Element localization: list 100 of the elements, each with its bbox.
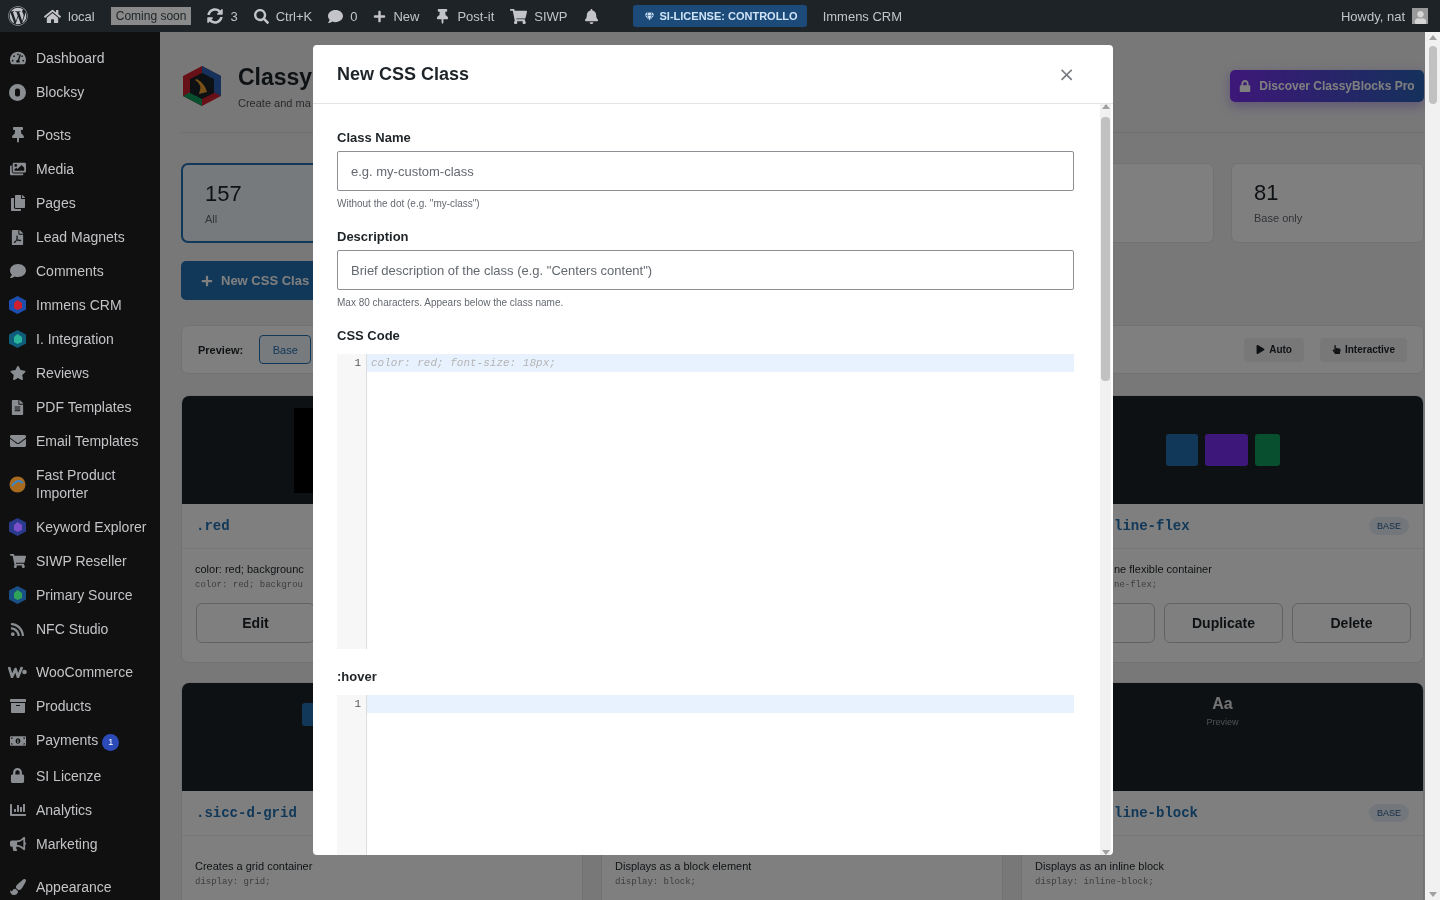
circle-logo-icon <box>9 83 26 101</box>
new-link[interactable]: New <box>373 8 420 24</box>
code-editor[interactable]: 1 color: red; font-size: 18px; <box>337 354 1074 649</box>
site-link[interactable]: local <box>44 7 95 25</box>
class-description: ne flexible container <box>1114 563 1212 575</box>
hexagon-logo-icon <box>9 586 26 604</box>
page-title: Classy <box>238 63 313 91</box>
pointer-icon <box>1331 345 1341 354</box>
menu-item[interactable]: Posts <box>0 118 160 152</box>
brush-icon <box>9 878 26 895</box>
class-description: color: red; backgrounc <box>195 563 304 575</box>
page-subtitle: Create and ma <box>238 96 312 109</box>
menu-item[interactable]: Blocksy <box>0 75 160 109</box>
class-description: Displays as a block element <box>615 860 752 872</box>
star-icon <box>9 365 26 381</box>
document-icon <box>10 229 25 245</box>
preview-action-button[interactable]: Auto <box>1244 337 1304 362</box>
postit-link[interactable]: Post-it <box>435 8 495 24</box>
code-editor[interactable]: 1 <box>337 695 1074 855</box>
menu-item[interactable]: WooCommerce <box>0 655 160 689</box>
scroll-up-icon[interactable] <box>1101 104 1110 109</box>
bell-icon[interactable] <box>583 8 599 24</box>
menu-item[interactable]: Appearance <box>0 869 160 900</box>
scrollbar-thumb[interactable] <box>1101 117 1110 381</box>
mail-icon <box>9 433 26 449</box>
count-badge: 1 <box>102 733 120 751</box>
menu-item[interactable]: Payments 1 <box>0 723 160 759</box>
menu-item[interactable]: Reviews <box>0 356 160 390</box>
status-badge: Coming soon <box>110 7 192 25</box>
stat-label: All <box>205 213 219 225</box>
menu-item[interactable]: Primary Source <box>0 578 160 612</box>
card-button[interactable]: Duplicate <box>1164 603 1283 643</box>
shop-link[interactable]: SIWP <box>510 7 568 25</box>
comment-icon <box>9 263 26 279</box>
card-button[interactable]: Edit <box>196 603 315 643</box>
field-label: :hover <box>337 669 378 684</box>
swatch <box>1204 434 1248 466</box>
class-code: color: red; backgrou <box>195 580 304 590</box>
menu-item[interactable]: SI Licenze <box>0 758 160 793</box>
menu-item[interactable]: Marketing <box>0 826 160 861</box>
menu-item[interactable]: PDF Templates <box>0 390 160 424</box>
menu-item[interactable]: SIWP Reseller <box>0 544 160 578</box>
scrollbar-thumb[interactable] <box>1428 46 1437 104</box>
wordpress-logo-icon[interactable] <box>8 6 28 26</box>
base-badge: BASE <box>1369 517 1409 535</box>
preview-caption: Preview <box>1206 717 1239 727</box>
menu-item[interactable]: Comments <box>0 254 160 288</box>
crm-link[interactable]: Immens CRM <box>822 8 903 24</box>
card-button[interactable]: Delete <box>1292 603 1411 643</box>
plus-icon <box>373 9 387 23</box>
menu-item[interactable]: Dashboard <box>0 41 160 75</box>
field-label: CSS Code <box>337 328 401 343</box>
scroll-down-icon[interactable] <box>1428 892 1437 897</box>
preview-action-button[interactable]: Interactive <box>1319 337 1407 362</box>
stat-label: Base only <box>1254 212 1304 224</box>
updates-link[interactable]: 3 <box>207 8 238 24</box>
menu-item[interactable]: Keyword Explorer <box>0 510 160 544</box>
menu-item[interactable]: Lead Magnets <box>0 220 160 254</box>
license-badge[interactable]: SI-LICENSE: CONTROLLO <box>632 5 807 27</box>
stat-card[interactable]: 81 Base only <box>1231 163 1424 243</box>
hexagon-logo-icon <box>9 296 26 314</box>
avatar <box>1412 8 1428 24</box>
scroll-down-icon[interactable] <box>1101 850 1110 855</box>
plus-icon <box>201 274 213 287</box>
lock-icon <box>10 768 25 783</box>
comments-link[interactable]: 0 <box>328 8 358 24</box>
menu-item[interactable]: Media <box>0 152 160 186</box>
menu-item[interactable]: I. Integration <box>0 322 160 356</box>
pin-icon <box>9 127 26 143</box>
menu-item[interactable]: Email Templates <box>0 424 160 458</box>
swatch <box>1254 434 1280 466</box>
cart-icon <box>9 553 26 569</box>
menu-item[interactable]: Products <box>0 689 160 723</box>
document-icon <box>10 399 25 415</box>
account-menu[interactable]: Howdy, nat <box>1340 8 1428 24</box>
text-input[interactable]: Brief description of the class (e.g. "Centers content") <box>337 250 1074 290</box>
preview-text: Aa <box>1212 695 1233 713</box>
gauge-icon <box>9 50 26 66</box>
close-button[interactable]: × <box>1058 62 1075 86</box>
field-label: Class Name <box>337 130 412 145</box>
swatch <box>1165 434 1198 466</box>
comment-icon <box>328 8 344 24</box>
pages-icon <box>9 195 26 211</box>
archive-icon <box>9 698 26 714</box>
menu-item[interactable]: Pages <box>0 186 160 220</box>
modal-title: New CSS Class <box>337 63 470 85</box>
menu-item[interactable]: NFC Studio <box>0 612 160 646</box>
text-input[interactable]: e.g. my-custom-class <box>337 151 1074 191</box>
megaphone-icon <box>9 835 26 852</box>
search-link[interactable]: Ctrl+K <box>253 8 313 24</box>
code-placeholder: color: red; font-size: 18px; <box>371 357 556 369</box>
hexagon-logo-icon <box>9 518 26 536</box>
pin-icon <box>435 8 451 24</box>
menu-item[interactable]: Analytics <box>0 792 160 827</box>
menu-item[interactable]: Fast Product Importer <box>0 458 160 510</box>
scroll-up-icon[interactable] <box>1428 35 1437 40</box>
menu-item[interactable]: Immens CRM <box>0 288 160 322</box>
class-code: display: block; <box>615 877 696 887</box>
line-number: 1 <box>354 357 361 369</box>
refresh-icon <box>207 8 224 24</box>
